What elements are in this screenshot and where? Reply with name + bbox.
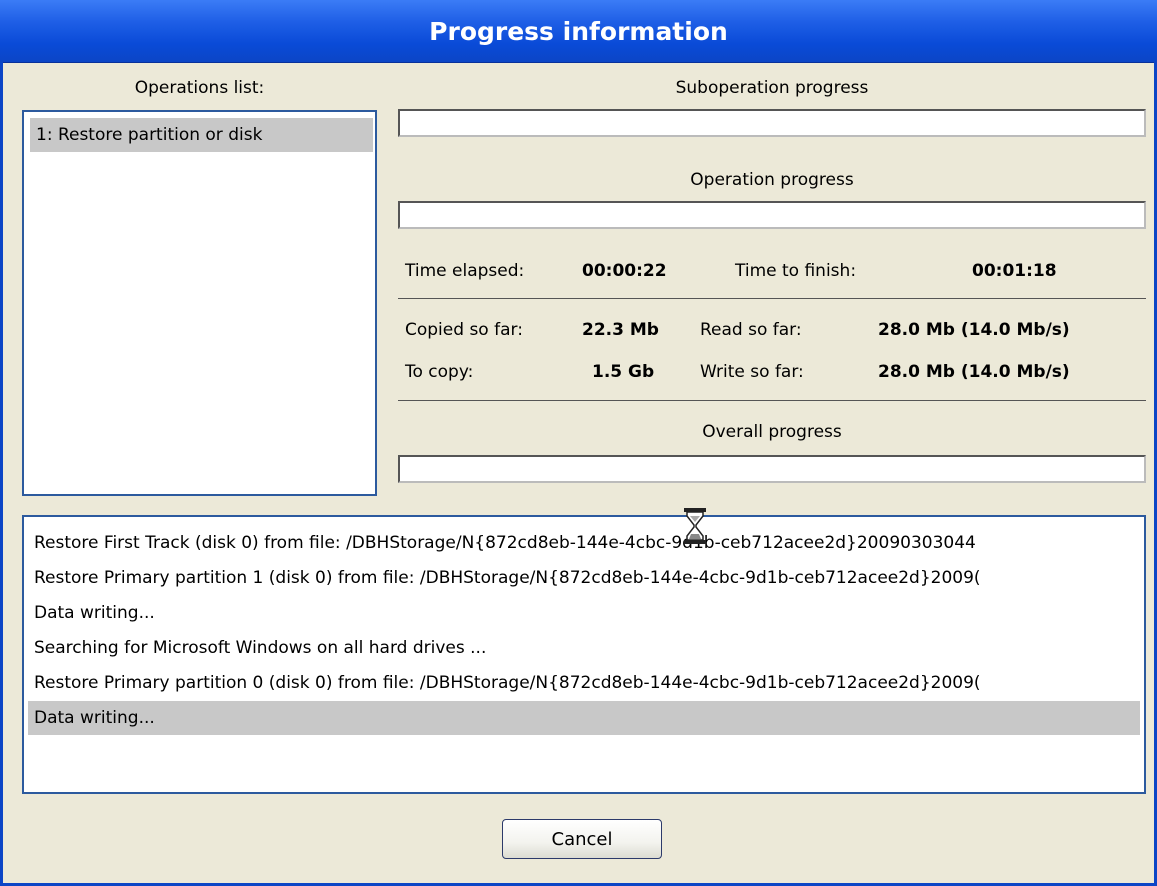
to-copy-label: To copy: bbox=[405, 362, 474, 382]
cancel-button-label: Cancel bbox=[551, 828, 613, 850]
operation-progress-bar bbox=[398, 201, 1146, 229]
window-title: Progress information bbox=[429, 16, 728, 46]
operations-list-item[interactable]: 1: Restore partition or disk bbox=[30, 118, 373, 152]
write-so-far-label: Write so far: bbox=[700, 362, 804, 382]
cancel-button[interactable]: Cancel bbox=[502, 819, 662, 859]
log-line: Restore Primary partition 0 (disk 0) fro… bbox=[34, 673, 981, 693]
divider bbox=[398, 298, 1146, 299]
operations-list[interactable]: 1: Restore partition or disk bbox=[22, 110, 377, 496]
overall-progress-bar bbox=[398, 455, 1146, 483]
overall-progress-label: Overall progress bbox=[702, 422, 842, 442]
time-to-finish-label: Time to finish: bbox=[735, 261, 857, 281]
suboperation-progress-bar bbox=[398, 109, 1146, 137]
time-to-finish-value: 00:01:18 bbox=[972, 261, 1057, 281]
operation-progress-label: Operation progress bbox=[690, 170, 854, 190]
hourglass-icon bbox=[684, 508, 706, 544]
operations-list-label: Operations list: bbox=[134, 78, 265, 98]
time-elapsed-label: Time elapsed: bbox=[405, 261, 525, 281]
log-line: Searching for Microsoft Windows on all h… bbox=[34, 638, 487, 658]
time-elapsed-value: 00:00:22 bbox=[582, 261, 667, 281]
read-so-far-label: Read so far: bbox=[700, 320, 802, 340]
suboperation-progress-label: Suboperation progress bbox=[675, 78, 869, 98]
log-line: Restore First Track (disk 0) from file: … bbox=[34, 533, 976, 553]
log-line: Restore Primary partition 1 (disk 0) fro… bbox=[34, 568, 981, 588]
divider bbox=[398, 400, 1146, 401]
log-line: Data writing... bbox=[34, 603, 155, 623]
to-copy-value: 1.5 Gb bbox=[592, 362, 655, 382]
copied-so-far-value: 22.3 Mb bbox=[582, 320, 659, 340]
write-so-far-value: 28.0 Mb (14.0 Mb/s) bbox=[878, 362, 1070, 382]
read-so-far-value: 28.0 Mb (14.0 Mb/s) bbox=[878, 320, 1070, 340]
log-list[interactable]: Restore First Track (disk 0) from file: … bbox=[22, 515, 1146, 794]
title-bar: Progress information bbox=[0, 0, 1157, 63]
window-frame-left bbox=[0, 62, 3, 886]
log-line-selected[interactable]: Data writing... bbox=[28, 701, 1140, 735]
copied-so-far-label: Copied so far: bbox=[405, 320, 523, 340]
